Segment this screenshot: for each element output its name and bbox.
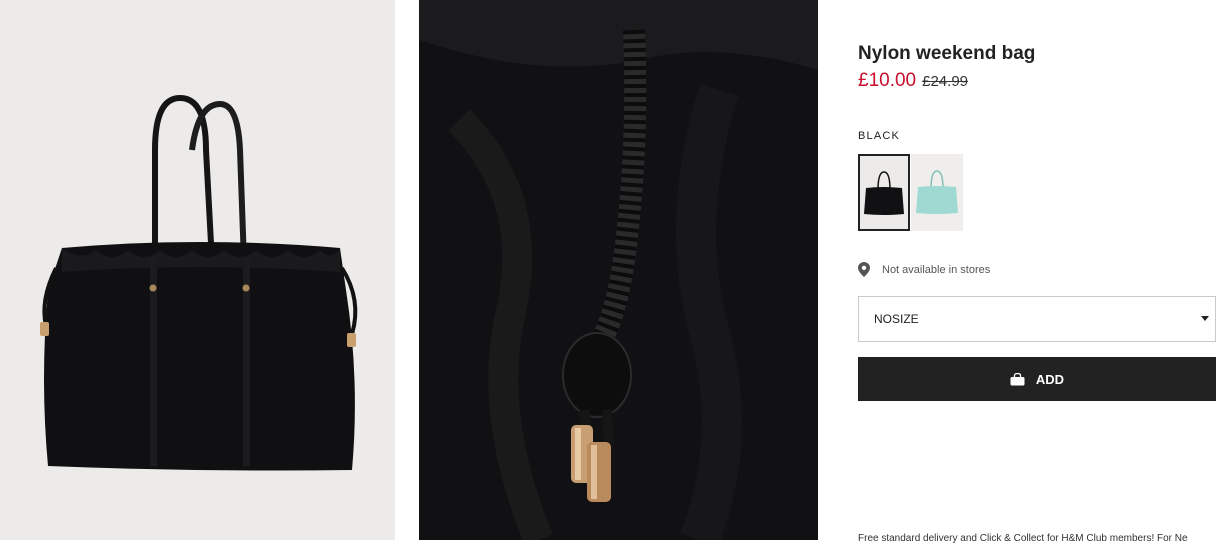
shopping-bag-icon <box>1010 372 1025 385</box>
store-availability: Not available in stores <box>858 262 990 277</box>
swatch-mint-thumbnail <box>912 155 962 230</box>
color-swatch-black[interactable] <box>858 154 910 231</box>
tote-bag-illustration <box>0 0 395 540</box>
original-price: £24.99 <box>922 73 969 90</box>
add-button-label: ADD <box>1035 371 1065 387</box>
swatch-black-thumbnail <box>860 156 908 229</box>
location-pin-icon <box>858 262 870 277</box>
price-row: £10.00 £24.99 <box>858 70 968 92</box>
product-title: Nylon weekend bag <box>858 43 1036 64</box>
store-availability-text: Not available in stores <box>882 263 991 276</box>
sale-price: £10.00 <box>858 70 917 91</box>
chevron-down-icon <box>1201 316 1209 321</box>
product-info-panel: Nylon weekend bag £10.00 £24.99 BLACK No… <box>858 0 1216 545</box>
product-image-detail[interactable] <box>419 0 818 540</box>
product-image-main[interactable] <box>0 0 395 540</box>
drawstring-detail-illustration <box>419 0 818 540</box>
add-to-bag-button[interactable]: ADD <box>858 357 1216 401</box>
color-swatch-mint[interactable] <box>911 154 963 231</box>
selected-color-label: BLACK <box>858 130 901 142</box>
delivery-notice: Free standard delivery and Click & Colle… <box>858 533 1188 544</box>
size-dropdown[interactable]: NOSIZE <box>858 296 1216 342</box>
size-selected-value: NOSIZE <box>874 312 919 326</box>
